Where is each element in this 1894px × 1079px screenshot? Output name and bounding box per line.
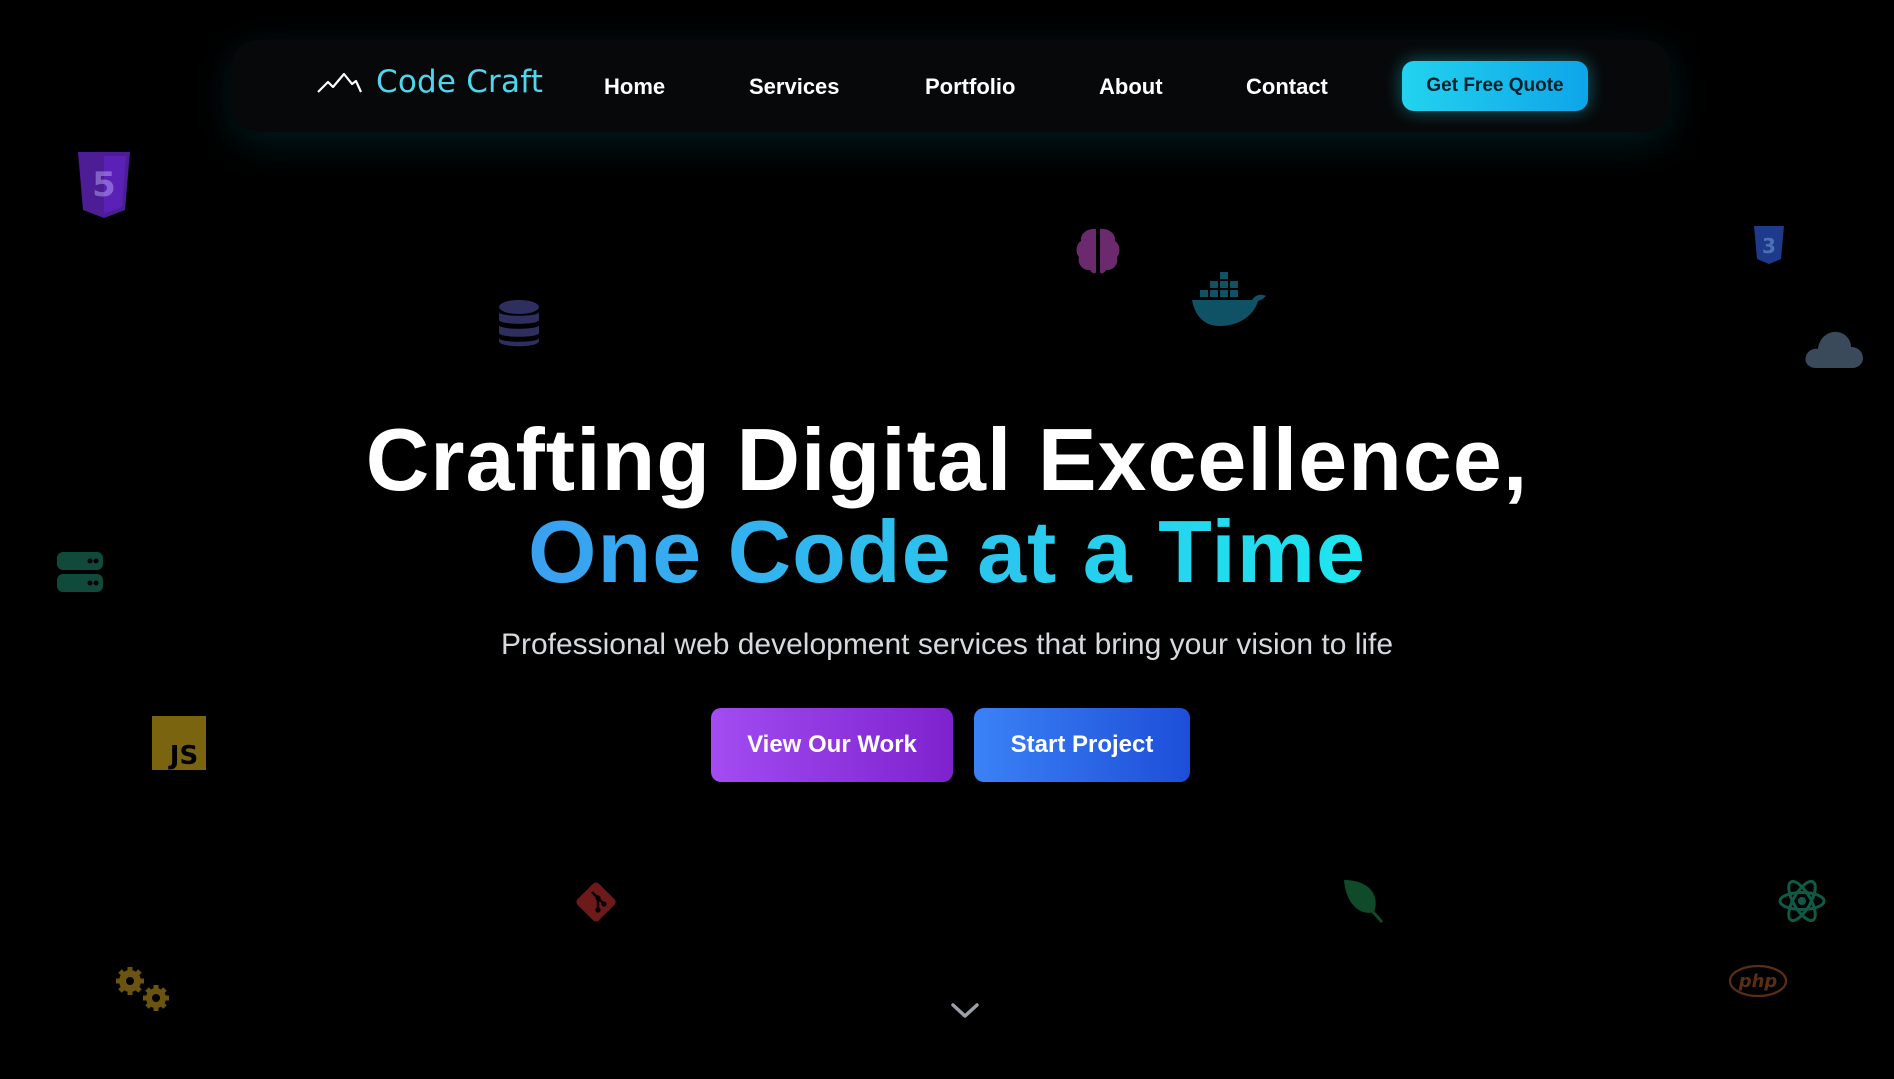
brand-logo[interactable]: Code Craft	[316, 64, 543, 100]
javascript-icon: JS	[152, 716, 206, 770]
hero-title-gradient-text: One Code at a Time	[528, 502, 1366, 601]
navbar: Code Craft Home Services Portfolio About…	[232, 40, 1670, 132]
nav-link-about[interactable]: About	[1099, 74, 1163, 100]
hero-subtitle: Professional web development services th…	[500, 628, 1394, 661]
chevron-down-icon[interactable]	[948, 998, 982, 1022]
database-icon	[499, 300, 539, 347]
page: Code Craft Home Services Portfolio About…	[0, 0, 1894, 1079]
hero-title-line2: One Code at a Time	[0, 502, 1894, 602]
css3-icon: 3	[1754, 226, 1784, 264]
html5-label: 5	[92, 165, 116, 205]
git-icon	[576, 882, 616, 922]
get-free-quote-button[interactable]: Get Free Quote	[1402, 61, 1588, 111]
html5-icon: 5	[78, 152, 130, 218]
cloud-icon	[1805, 331, 1863, 368]
react-icon	[1778, 879, 1826, 923]
leaf-icon	[1344, 880, 1384, 924]
mountain-icon	[317, 72, 362, 93]
docker-icon	[1192, 272, 1266, 326]
nav-link-contact[interactable]: Contact	[1246, 74, 1328, 100]
php-icon: php	[1728, 964, 1788, 998]
nav-link-home[interactable]: Home	[604, 74, 665, 100]
css3-label: 3	[1762, 234, 1776, 258]
nav-link-services[interactable]: Services	[749, 74, 840, 100]
nav-link-portfolio[interactable]: Portfolio	[925, 74, 1015, 100]
php-label: php	[1738, 971, 1778, 992]
view-our-work-button[interactable]: View Our Work	[711, 708, 953, 782]
gears-icon	[116, 967, 169, 1011]
start-project-button[interactable]: Start Project	[974, 708, 1190, 782]
brand-name: Code Craft	[376, 64, 544, 100]
brain-icon	[1076, 228, 1120, 274]
hero-title-line1: Crafting Digital Excellence,	[365, 410, 1529, 509]
javascript-label: JS	[168, 741, 198, 770]
